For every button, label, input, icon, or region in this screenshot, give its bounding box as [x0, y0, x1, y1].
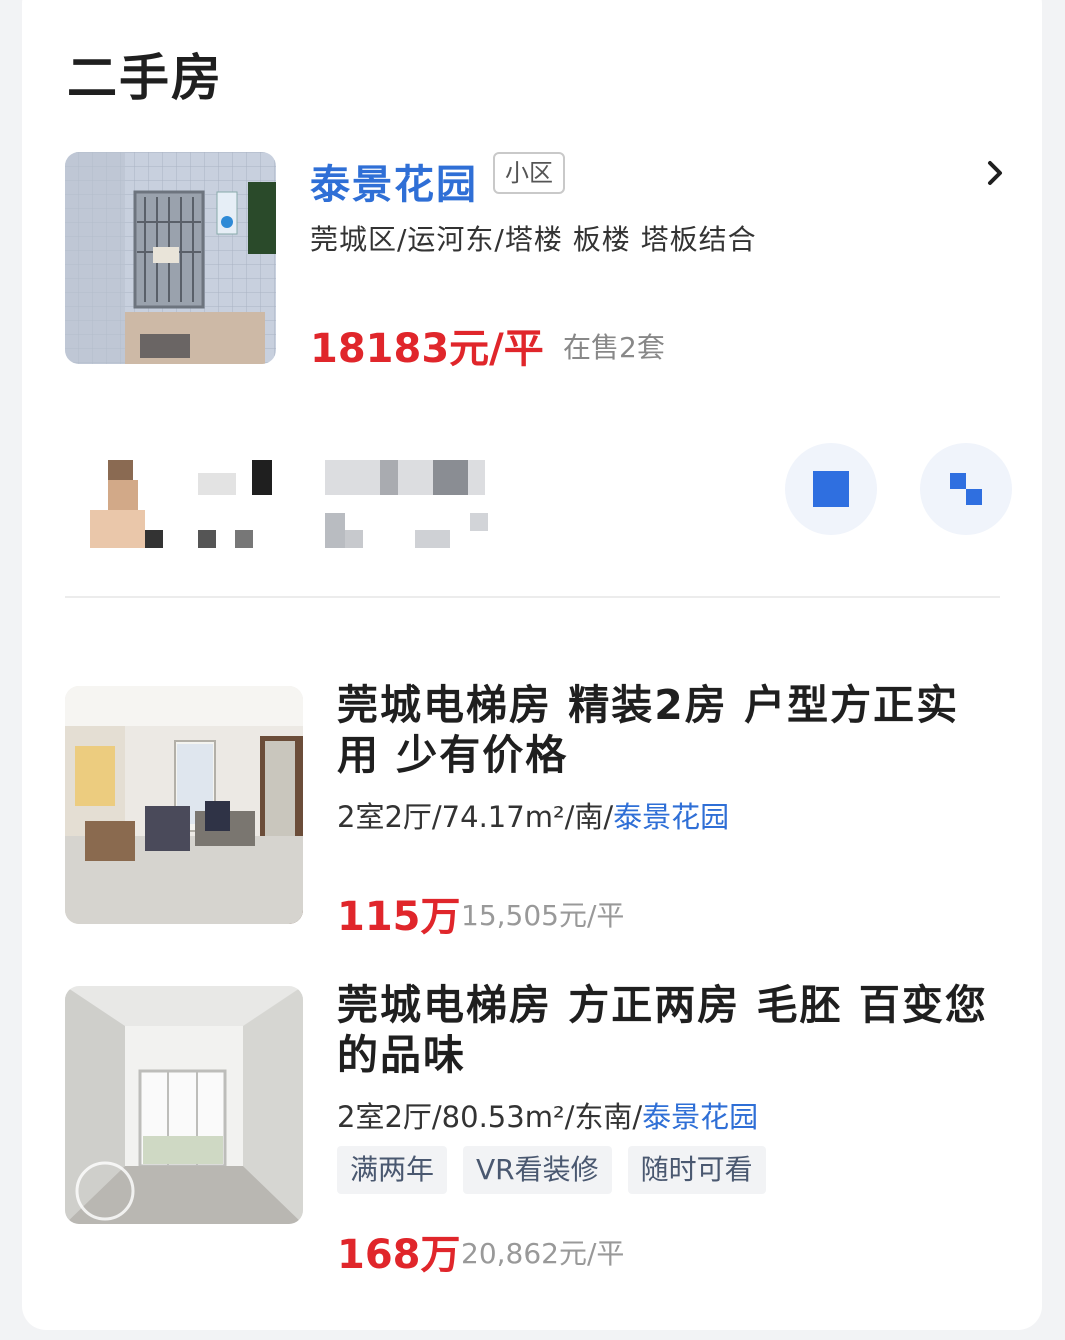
community-avg-price: 18183元/平	[310, 326, 544, 372]
listing-community-link[interactable]: 泰景花园	[642, 1100, 758, 1134]
listing-photo[interactable]	[65, 986, 303, 1224]
agent-avatar	[90, 455, 165, 550]
listing-item[interactable]: 莞城电梯房 方正两房 毛胚 百变您的品味 2室2厅/80.53m²/东南/泰景花…	[65, 981, 1005, 1278]
listing-total-price: 168万	[337, 1232, 461, 1278]
community-type-badge: 小区	[493, 152, 565, 194]
listing-community-link[interactable]: 泰景花园	[613, 800, 729, 834]
listing-tag: 满两年	[337, 1146, 448, 1194]
listing-tag: VR看装修	[463, 1146, 612, 1194]
listing-tag: 随时可看	[627, 1146, 766, 1194]
community-block[interactable]: 泰景花园 小区 莞城区/运河东/塔楼 板楼 塔板结合 18183元/平 在售2套	[65, 152, 1005, 372]
phone-icon	[946, 469, 986, 509]
listing-unit-price: 15,505元/平	[461, 899, 625, 932]
listing-title[interactable]: 莞城电梯房 方正两房 毛胚 百变您的品味	[337, 980, 997, 1080]
listing-item[interactable]: 莞城电梯房 精装2房 户型方正实用 少有价格 2室2厅/74.17m²/南/泰景…	[65, 681, 1005, 940]
listing-spec: 2室2厅/80.53m²/东南/泰景花园	[337, 1094, 758, 1136]
listing-tags: 满两年 VR看装修 随时可看	[337, 1146, 766, 1194]
listing-spec-text: 2室2厅/74.17m²/南/	[337, 800, 614, 834]
phone-button[interactable]	[920, 443, 1012, 535]
chat-button[interactable]	[785, 443, 877, 535]
listing-total-price: 115万	[337, 894, 461, 940]
section-title: 二手房	[67, 49, 223, 107]
chevron-right-icon[interactable]	[980, 158, 1010, 188]
listing-photo[interactable]	[65, 686, 303, 924]
community-on-sale-count: 在售2套	[563, 331, 665, 364]
agent-row[interactable]	[90, 443, 1012, 555]
listing-unit-price: 20,862元/平	[461, 1237, 625, 1270]
chat-icon	[813, 471, 849, 507]
community-location: 莞城区/运河东/塔楼 板楼 塔板结合	[310, 223, 757, 256]
community-name[interactable]: 泰景花园	[310, 152, 478, 210]
community-photo[interactable]	[65, 152, 276, 364]
divider	[65, 596, 1000, 598]
listing-spec-text: 2室2厅/80.53m²/东南/	[337, 1100, 643, 1134]
listing-title[interactable]: 莞城电梯房 精装2房 户型方正实用 少有价格	[337, 680, 997, 780]
listing-spec: 2室2厅/74.17m²/南/泰景花园	[337, 794, 729, 836]
